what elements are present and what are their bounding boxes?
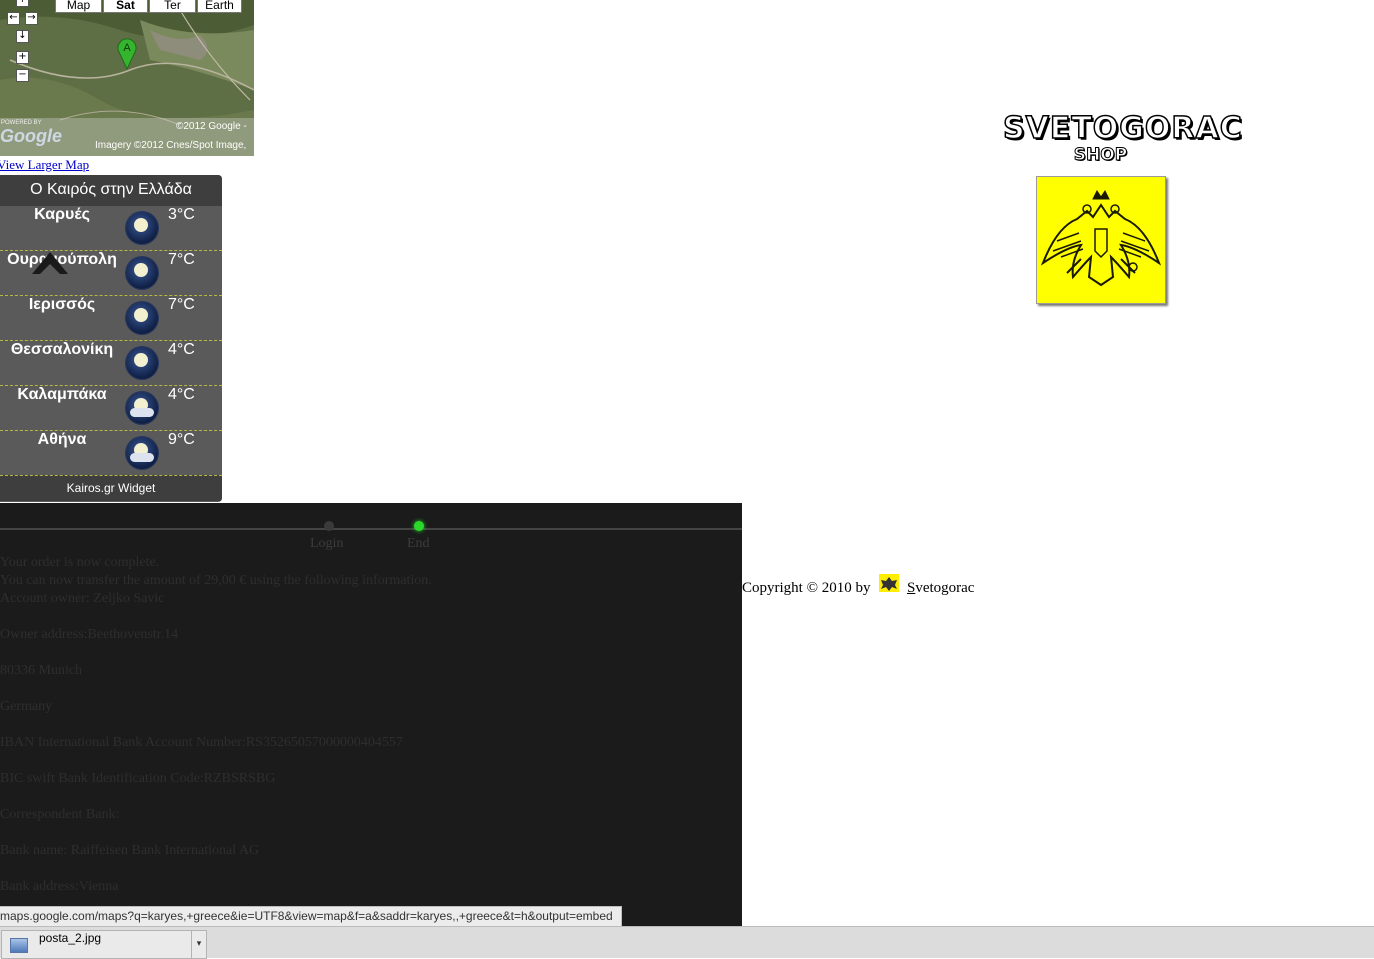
step-end-label: End xyxy=(407,536,430,551)
weather-temp: 3°C xyxy=(168,206,195,223)
status-bar-url: maps.google.com/maps?q=karyes,+greece&ie… xyxy=(0,906,622,926)
weather-widget: Ο Καιρός στην Ελλάδα Καρυές 3°C Ουρανούπ… xyxy=(0,175,222,502)
marker-label: A xyxy=(123,42,131,54)
eagle-small-icon xyxy=(879,574,900,592)
shop-subtitle: SHOP xyxy=(1073,145,1128,165)
weather-temp: 7°C xyxy=(168,251,195,268)
copyright-footer: Copyright © 2010 by Svetogorac xyxy=(742,574,974,597)
weather-row[interactable]: Αθήνα 9°C xyxy=(0,431,222,476)
map-type-ter-button[interactable]: Ter xyxy=(149,0,196,13)
progress-track xyxy=(0,528,742,530)
map-type-map-button[interactable]: Map xyxy=(55,0,102,13)
transfer-amount-text: You can now transfer the amount of 29,00… xyxy=(0,573,432,588)
download-item[interactable]: posta_2.jpg xyxy=(1,930,193,959)
map-type-sat-button[interactable]: Sat xyxy=(103,0,148,13)
pan-right-icon[interactable]: → xyxy=(25,12,38,25)
pan-down-icon[interactable]: ↓ xyxy=(16,30,29,43)
weather-footer-link[interactable]: Kairos.gr Widget xyxy=(0,475,222,501)
google-logo[interactable]: Google xyxy=(0,126,62,147)
map-type-earth-button[interactable]: Earth xyxy=(197,0,242,13)
weather-temp: 7°C xyxy=(168,296,195,313)
weather-row[interactable]: Ιερισσός 7°C xyxy=(0,296,222,341)
step-end-dot xyxy=(414,521,424,531)
weather-row[interactable]: Καλαμπάκα 4°C xyxy=(0,386,222,431)
night-cloudy-icon xyxy=(126,392,158,424)
night-clear-icon xyxy=(126,347,158,379)
night-clear-icon xyxy=(126,212,158,244)
eagle-icon xyxy=(1040,190,1162,287)
night-clear-icon xyxy=(126,302,158,334)
double-headed-eagle-emblem[interactable] xyxy=(1036,176,1166,304)
weather-temp: 4°C xyxy=(168,386,195,403)
copyright-text: Copyright © 2010 by xyxy=(742,580,871,596)
map-imagery-credit: Imagery ©2012 Cnes/Spot Image, xyxy=(95,140,247,151)
map-marker-icon[interactable]: A xyxy=(116,36,138,70)
weather-temp: 9°C xyxy=(168,431,195,448)
download-menu-chevron-down-icon[interactable]: ▾ xyxy=(191,930,207,959)
correspondent-bank-text: Correspondent Bank: xyxy=(0,807,120,822)
google-map[interactable]: Map Sat Ter Earth ↑ ← → ↓ + − A POWERED … xyxy=(0,0,254,156)
owner-address-text: Owner address:Beethovenstr.14 xyxy=(0,627,179,642)
pan-up-icon[interactable]: ↑ xyxy=(16,0,29,7)
zoom-out-icon[interactable]: − xyxy=(16,69,29,82)
shop-logo[interactable]: SVETOGORAC SHOP xyxy=(1002,111,1243,165)
weather-row[interactable]: Καρυές 3°C xyxy=(0,206,222,251)
download-filename: posta_2.jpg xyxy=(39,931,102,945)
scroll-up-arrow-icon[interactable] xyxy=(32,252,68,275)
shop-name: SVETOGORAC xyxy=(1002,111,1243,147)
weather-city: Θεσσαλονίκη xyxy=(10,341,114,358)
step-login-dot xyxy=(324,521,334,531)
night-cloudy-icon xyxy=(126,437,158,469)
bic-text: BIC swift Bank Identification Code:RZBSR… xyxy=(0,771,276,786)
bank-address-text: Bank address:Vienna xyxy=(0,879,119,894)
map-copyright: ©2012 Google - xyxy=(176,121,247,132)
pan-left-icon[interactable]: ← xyxy=(7,12,20,25)
weather-temp: 4°C xyxy=(168,341,195,358)
bank-name-text: Bank name: Raiffeisen Bank International… xyxy=(0,843,260,858)
weather-city: Καρυές xyxy=(34,206,90,223)
zoom-in-icon[interactable]: + xyxy=(16,51,29,64)
weather-row[interactable]: Θεσσαλονίκη 4°C xyxy=(0,341,222,386)
order-complete-text: Your order is now complete. xyxy=(0,555,160,570)
weather-city: Καλαμπάκα xyxy=(17,386,107,403)
postal-city-text: 80336 Munich xyxy=(0,663,83,678)
view-larger-map-link[interactable]: View Larger Map xyxy=(0,157,89,173)
night-clear-icon xyxy=(126,257,158,289)
iban-text: IBAN International Bank Account Number:R… xyxy=(0,735,403,750)
image-file-icon xyxy=(10,938,28,953)
weather-city: Ιερισσός xyxy=(28,296,96,313)
country-text: Germany xyxy=(0,699,53,714)
weather-city: Αθήνα xyxy=(37,431,87,448)
download-bar: posta_2.jpg ▾ xyxy=(0,926,1374,959)
weather-title: Ο Καιρός στην Ελλάδα xyxy=(0,175,222,206)
svetogorac-link[interactable]: Svetogorac xyxy=(907,580,974,596)
checkout-panel: Login End Your order is now complete. Yo… xyxy=(0,503,742,927)
step-login-label: Login xyxy=(310,536,344,551)
account-owner-text: Account owner: Zeljko Savic xyxy=(0,591,165,606)
